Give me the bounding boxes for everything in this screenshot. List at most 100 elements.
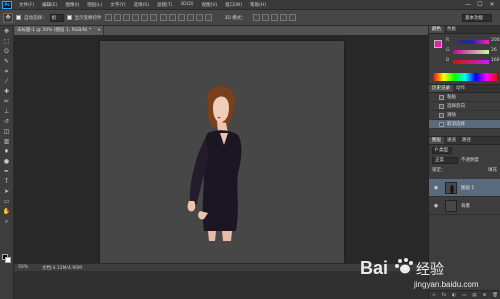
zoom-level[interactable]: 50% [18, 265, 28, 270]
background-color-swatch[interactable] [5, 257, 11, 263]
distribute-middle-icon[interactable] [168, 14, 176, 21]
gradient-tool-icon[interactable]: ▥ [2, 138, 12, 146]
layer-row-background[interactable]: ◉ 背景 [429, 197, 500, 215]
menu-file[interactable]: 文件(F) [15, 2, 38, 8]
delete-layer-icon[interactable]: 🗑 [492, 293, 498, 298]
document-size-info[interactable]: 文档:4.12M/4.90M [42, 265, 82, 271]
workspace-dropdown[interactable]: 基本功能 [462, 13, 492, 22]
tab-channels[interactable]: 通道 [444, 137, 459, 144]
distribute-bottom-icon[interactable] [177, 14, 185, 21]
new-layer-icon[interactable]: ⊕ [482, 293, 486, 298]
menu-layer[interactable]: 图层(L) [83, 2, 106, 8]
marquee-tool-icon[interactable]: ⬚ [2, 38, 12, 46]
visibility-eye-icon[interactable]: ◉ [432, 185, 440, 191]
eyedropper-tool-icon[interactable]: ⁄ [2, 78, 12, 86]
crop-tool-icon[interactable]: ⌗ [2, 68, 12, 76]
visibility-eye-icon[interactable]: ◉ [432, 203, 440, 209]
menu-3d[interactable]: 3D(D) [176, 2, 197, 7]
history-brush-tool-icon[interactable]: ↺ [2, 118, 12, 126]
auto-select-dropdown[interactable]: 组 [49, 13, 64, 22]
3d-rotate-icon[interactable] [252, 14, 260, 21]
history-item-select-inverse[interactable]: 选择反向 [429, 102, 500, 111]
brush-tool-icon[interactable]: ✏ [2, 98, 12, 106]
red-slider-value[interactable]: 200 [491, 38, 500, 43]
tab-color[interactable]: 颜色 [429, 26, 444, 33]
green-slider-track[interactable] [453, 50, 489, 54]
pen-tool-icon[interactable]: ✒ [2, 168, 12, 176]
history-item-clear[interactable]: 清除 [429, 111, 500, 120]
menu-window[interactable]: 窗口(W) [221, 2, 246, 8]
link-layers-icon[interactable]: ∞ [432, 293, 436, 298]
zoom-tool-icon[interactable]: ⌕ [2, 218, 12, 226]
quick-select-tool-icon[interactable]: ✎ [2, 58, 12, 66]
history-item-label: 选择反向 [447, 104, 465, 109]
minimize-button[interactable]: — [465, 1, 471, 8]
layer-row-layer-1[interactable]: ◉ 图层 1 [429, 179, 500, 197]
history-item-deselect[interactable]: 取消选择 [429, 120, 500, 129]
clone-stamp-tool-icon[interactable]: ⊥ [2, 108, 12, 116]
close-document-icon[interactable]: × [97, 26, 101, 35]
tab-paths[interactable]: 路径 [459, 137, 474, 144]
3d-slide-icon[interactable] [279, 14, 287, 21]
menu-view[interactable]: 视图(V) [198, 2, 222, 8]
document-tab[interactable]: 未标题-1 @ 50% (图层 1, RGB/8) * × [14, 26, 104, 35]
blue-slider[interactable]: B 160 [446, 58, 500, 66]
color-spectrum-bar[interactable] [433, 73, 497, 81]
distribute-top-icon[interactable] [159, 14, 167, 21]
type-tool-icon[interactable]: T [2, 178, 12, 186]
menu-image[interactable]: 图像(I) [61, 2, 83, 8]
eraser-tool-icon[interactable]: ◫ [2, 128, 12, 136]
tab-swatches[interactable]: 色板 [444, 26, 459, 33]
blue-slider-value[interactable]: 160 [491, 58, 500, 63]
distribute-left-icon[interactable] [186, 14, 194, 21]
align-bottom-icon[interactable] [122, 14, 130, 21]
move-tool-icon[interactable]: ✥ [2, 28, 12, 36]
add-layer-style-icon[interactable]: fx [442, 293, 446, 298]
maximize-button[interactable]: ☐ [477, 1, 483, 8]
green-slider-value[interactable]: 26 [491, 48, 499, 53]
3d-roll-icon[interactable] [261, 14, 269, 21]
align-middle-icon[interactable] [113, 14, 121, 21]
document-canvas[interactable] [100, 41, 344, 263]
new-adjustment-icon[interactable]: ▭ [462, 293, 466, 298]
show-transform-checkbox[interactable] [66, 15, 72, 20]
align-left-icon[interactable] [131, 14, 139, 21]
move-tool-preset-icon[interactable]: ✥ [3, 12, 13, 23]
dodge-tool-icon[interactable]: ● [2, 158, 12, 166]
add-mask-icon[interactable]: ◐ [452, 293, 456, 298]
close-button[interactable]: ✕ [489, 1, 495, 8]
menu-type[interactable]: 文字(Y) [106, 2, 129, 8]
tab-actions[interactable]: 动作 [453, 85, 468, 92]
blend-mode-dropdown[interactable]: 正常 [432, 156, 458, 164]
history-item-paste[interactable]: 粘贴 [429, 93, 500, 102]
menu-help[interactable]: 帮助(H) [246, 2, 270, 8]
color-panel-foreground-swatch[interactable] [434, 40, 442, 48]
new-group-icon[interactable]: ▤ [472, 293, 476, 298]
tab-history[interactable]: 历史记录 [429, 85, 453, 92]
menu-edit[interactable]: 编辑(E) [38, 2, 61, 8]
red-slider[interactable]: R 200 [446, 38, 500, 46]
lasso-tool-icon[interactable]: ʘ [2, 48, 12, 56]
3d-scale-icon[interactable] [288, 14, 296, 21]
green-slider[interactable]: G 26 [446, 48, 497, 56]
3d-pan-icon[interactable] [270, 14, 278, 21]
layer-filter-dropdown[interactable]: P 类型 [432, 146, 452, 154]
menu-filter[interactable]: 滤镜(T) [153, 2, 176, 8]
align-center-icon[interactable] [140, 14, 148, 21]
align-top-icon[interactable] [104, 14, 112, 21]
healing-brush-tool-icon[interactable]: ✚ [2, 88, 12, 96]
distribute-center-icon[interactable] [195, 14, 203, 21]
red-slider-track[interactable] [453, 40, 489, 44]
shape-tool-icon[interactable]: ▭ [2, 198, 12, 206]
align-right-icon[interactable] [149, 14, 157, 21]
distribute-right-icon[interactable] [204, 14, 212, 21]
color-panel-tabs: 颜色 色板 [429, 26, 500, 34]
auto-select-checkbox[interactable] [16, 15, 21, 20]
blur-tool-icon[interactable]: ♦ [2, 148, 12, 156]
blue-slider-track[interactable] [453, 60, 489, 64]
tab-layers[interactable]: 图层 [429, 137, 444, 144]
hand-tool-icon[interactable]: ✋ [2, 208, 12, 216]
path-select-tool-icon[interactable]: ➤ [2, 188, 12, 196]
history-item-label: 取消选择 [447, 122, 465, 127]
menu-select[interactable]: 选择(S) [130, 2, 153, 8]
